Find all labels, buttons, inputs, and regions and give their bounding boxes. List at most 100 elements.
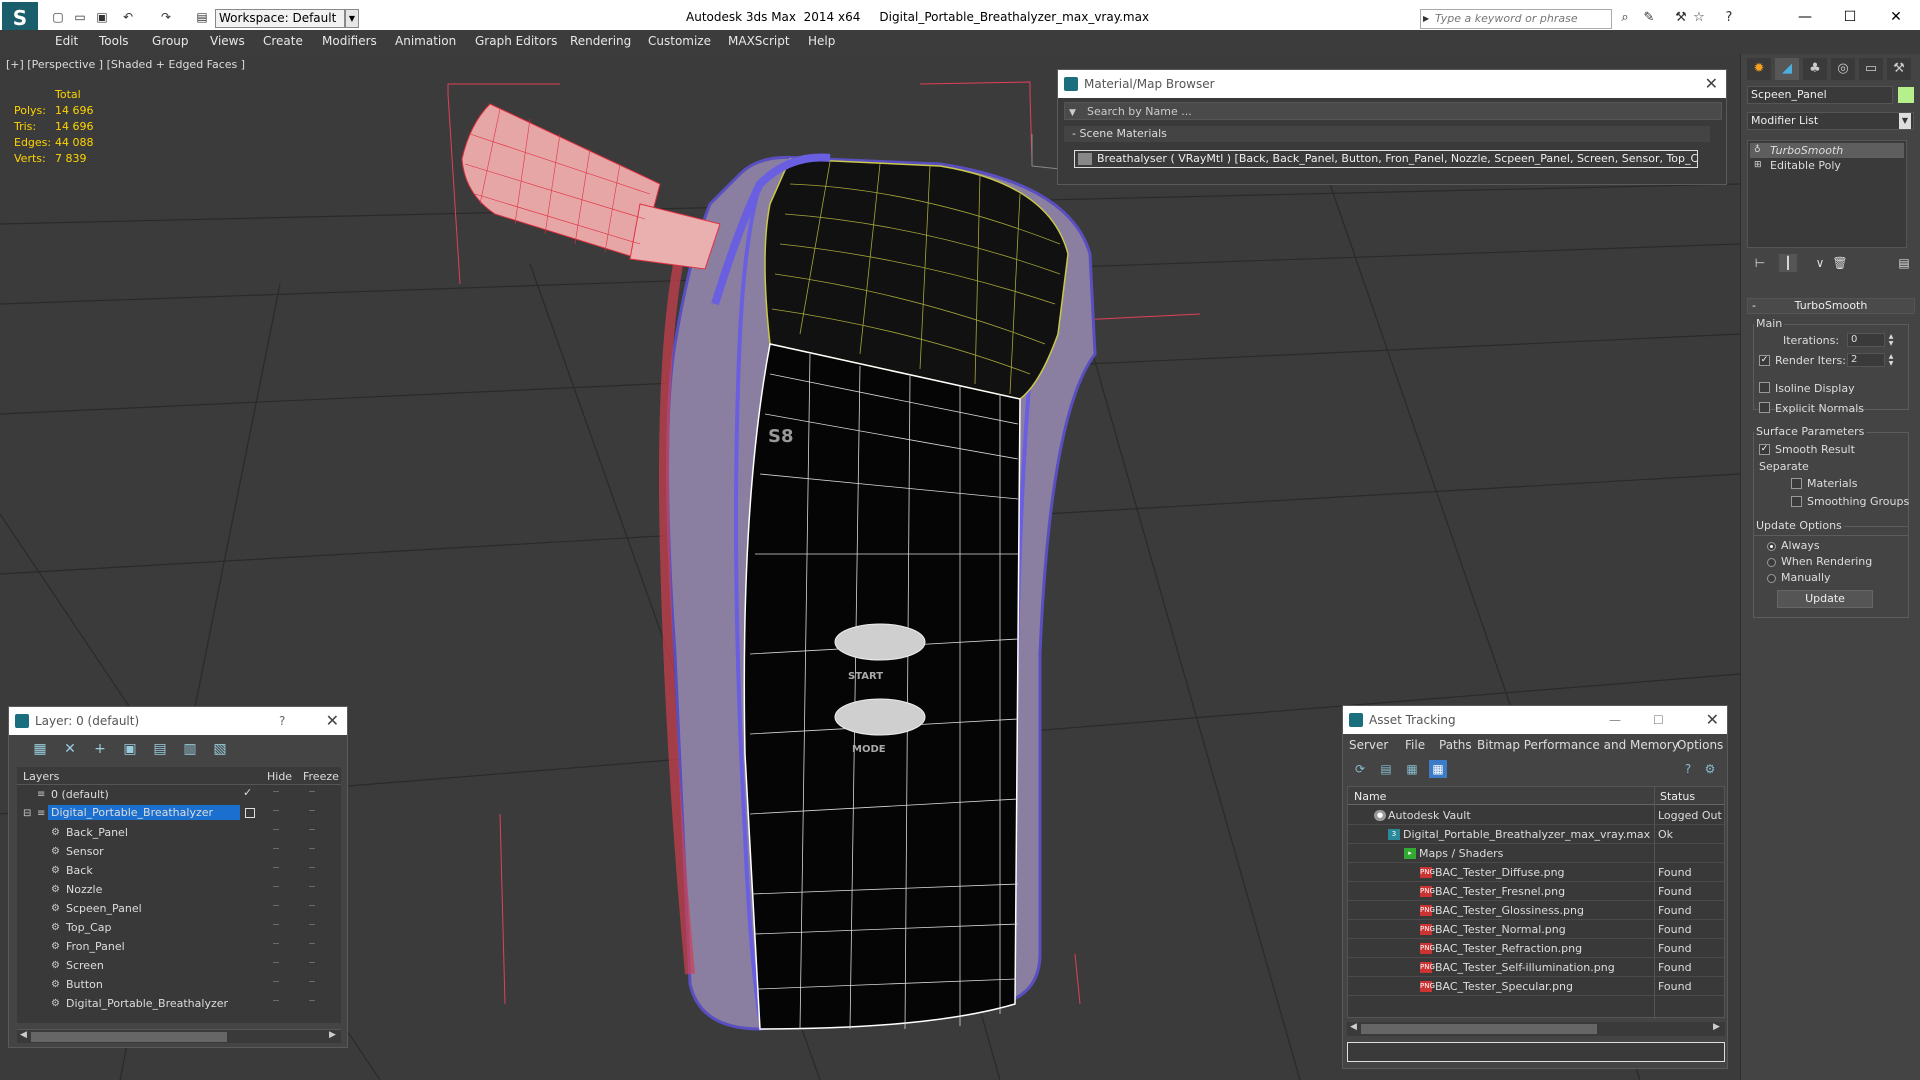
freeze-toggle[interactable]: ┄ xyxy=(309,806,315,817)
lightbulb-icon[interactable]: ♁ xyxy=(1754,145,1764,155)
freeze-toggle[interactable]: ┄ xyxy=(309,863,315,874)
hide-toggle[interactable]: ┄ xyxy=(273,939,279,950)
configure-modifier-sets-icon[interactable]: ▤ xyxy=(1895,254,1913,272)
stack-item-editable-poly[interactable]: ⊞ Editable Poly xyxy=(1750,158,1904,173)
menu-create[interactable]: Create xyxy=(263,34,303,48)
menu-file[interactable]: File xyxy=(1405,738,1425,752)
maximize-icon[interactable]: ☐ xyxy=(1838,6,1862,28)
layer-row[interactable]: ⊟ ≡ Digital_Portable_Breathalyzer ┄ ┄ xyxy=(17,804,341,823)
layer-object-row[interactable]: ⚙ Back_Panel ┄ ┄ xyxy=(17,823,341,842)
freeze-toggle[interactable]: ┄ xyxy=(309,920,315,931)
add-to-layer-icon[interactable]: + xyxy=(91,740,109,758)
menu-views[interactable]: Views xyxy=(210,34,245,48)
hide-toggle[interactable]: ┄ xyxy=(273,901,279,912)
render-iters-spinner[interactable]: 2 xyxy=(1847,353,1885,367)
asset-row[interactable]: PNG BAC_Tester_Diffuse.png Found xyxy=(1348,863,1724,882)
hierarchy-tab-icon[interactable]: ♣ xyxy=(1803,58,1827,80)
show-end-result-icon[interactable]: ┃ xyxy=(1779,254,1797,272)
render-iters-checkbox[interactable]: ✓ xyxy=(1759,355,1770,366)
menu-group[interactable]: Group xyxy=(152,34,189,48)
spinner-arrows-icon[interactable]: ▲ ▼ xyxy=(1887,333,1895,347)
layer-object-row[interactable]: ⚙ Screen ┄ ┄ xyxy=(17,956,341,975)
layer-object-row[interactable]: ⚙ Sensor ┄ ┄ xyxy=(17,842,341,861)
asset-tracking-titlebar[interactable]: Asset Tracking — ☐ ✕ xyxy=(1343,706,1727,734)
hide-toggle[interactable]: ┄ xyxy=(273,882,279,893)
freeze-toggle[interactable]: ┄ xyxy=(309,844,315,855)
menu-customize[interactable]: Customize xyxy=(648,34,711,48)
redo-icon[interactable]: ↷ xyxy=(158,10,174,24)
workspace-dropdown[interactable]: Workspace: Default xyxy=(215,9,345,28)
asset-row[interactable]: PNG BAC_Tester_Self-illumination.png Found xyxy=(1348,958,1724,977)
separate-smoothing-groups-checkbox[interactable] xyxy=(1791,496,1802,507)
menu-animation[interactable]: Animation xyxy=(395,34,456,48)
asset-row[interactable]: PNG BAC_Tester_Specular.png Found xyxy=(1348,977,1724,996)
layer-object-row[interactable]: ⚙ Top_Cap ┄ ┄ xyxy=(17,918,341,937)
help-search-input[interactable]: Type a keyword or phrase xyxy=(1420,9,1612,29)
hide-toggle[interactable]: ┄ xyxy=(273,977,279,988)
scroll-left-icon[interactable]: ◀ xyxy=(1350,1022,1357,1032)
menu-modifiers[interactable]: Modifiers xyxy=(322,34,377,48)
name-column-header[interactable]: Name xyxy=(1354,790,1386,803)
menu-options[interactable]: Options xyxy=(1677,738,1723,752)
menu-rendering[interactable]: Rendering xyxy=(570,34,631,48)
remove-modifier-icon[interactable]: 🗑 xyxy=(1831,254,1849,272)
spinner-arrows-icon[interactable]: ▲ ▼ xyxy=(1887,353,1895,367)
isoline-display-checkbox[interactable] xyxy=(1759,382,1770,393)
menu-edit[interactable]: Edit xyxy=(55,34,78,48)
layer-object-row[interactable]: ⚙ Button ┄ ┄ xyxy=(17,975,341,994)
help-icon[interactable]: ? xyxy=(1679,760,1697,778)
explicit-normals-checkbox[interactable] xyxy=(1759,402,1770,413)
search-expand-icon[interactable]: ▶ xyxy=(1423,14,1429,23)
layer-horizontal-scrollbar[interactable]: ◀ ▶ xyxy=(17,1029,341,1043)
motion-tab-icon[interactable]: ◎ xyxy=(1831,58,1855,80)
hide-toggle[interactable]: ┄ xyxy=(273,806,279,817)
save-file-icon[interactable]: ▣ xyxy=(94,10,110,24)
scroll-left-icon[interactable]: ◀ xyxy=(20,1030,27,1040)
viewport-label[interactable]: [+] [Perspective ] [Shaded + Edged Faces… xyxy=(6,58,245,71)
menu-maxscript[interactable]: MAXScript xyxy=(728,34,790,48)
freeze-toggle[interactable]: ┄ xyxy=(309,958,315,969)
asset-row[interactable]: ● Autodesk Vault Logged Out xyxy=(1348,806,1724,825)
update-when-rendering-radio[interactable] xyxy=(1767,558,1776,567)
subscription-icon[interactable]: ⚒ xyxy=(1672,10,1690,26)
object-name-field[interactable]: Scpeen_Panel xyxy=(1747,86,1893,104)
layers-column-header[interactable]: Layers xyxy=(23,770,59,783)
freeze-toggle[interactable]: ┄ xyxy=(309,787,315,798)
menu-graph-editors[interactable]: Graph Editors xyxy=(475,34,557,48)
menu-help[interactable]: Help xyxy=(808,34,835,48)
freeze-toggle[interactable]: ┄ xyxy=(309,825,315,836)
hide-toggle[interactable]: ┄ xyxy=(273,958,279,969)
freeze-toggle[interactable]: ┄ xyxy=(309,939,315,950)
list-view-icon[interactable]: ▤ xyxy=(1377,760,1395,778)
communication-center-icon[interactable]: ✎ xyxy=(1640,10,1658,26)
minimize-icon[interactable]: — xyxy=(1793,6,1817,28)
menu-tools[interactable]: Tools xyxy=(99,34,129,48)
freeze-column-header[interactable]: Freeze xyxy=(303,770,339,783)
collapse-icon[interactable]: ⊟ xyxy=(23,808,33,819)
close-icon[interactable]: ✕ xyxy=(326,707,339,735)
delete-layer-icon[interactable]: ✕ xyxy=(61,740,79,758)
layer-manager-titlebar[interactable]: Layer: 0 (default) ? ✕ xyxy=(9,707,347,735)
active-layer-check-icon[interactable]: ✓ xyxy=(243,786,252,799)
hide-toggle[interactable]: ┄ xyxy=(273,787,279,798)
separate-materials-checkbox[interactable] xyxy=(1791,478,1802,489)
open-file-icon[interactable]: ▭ xyxy=(72,10,88,24)
stack-item-turbosmooth[interactable]: ♁ TurboSmooth xyxy=(1750,143,1904,158)
new-layer-icon[interactable]: ▦ xyxy=(31,740,49,758)
asset-row[interactable]: ▸ Maps / Shaders xyxy=(1348,844,1724,863)
favorites-star-icon[interactable]: ☆ xyxy=(1690,10,1708,26)
scrollbar-thumb[interactable] xyxy=(31,1032,227,1042)
hide-toggle[interactable]: ┄ xyxy=(273,863,279,874)
update-button[interactable]: Update xyxy=(1777,590,1873,608)
utilities-tab-icon[interactable]: ⚒ xyxy=(1887,58,1911,80)
workspace-dropdown-arrow-icon[interactable]: ▼ xyxy=(345,9,359,28)
undo-icon[interactable]: ↶ xyxy=(120,10,136,24)
layer-object-row[interactable]: ⚙ Scpeen_Panel ┄ ┄ xyxy=(17,899,341,918)
hide-toggle[interactable]: ┄ xyxy=(273,844,279,855)
freeze-toggle[interactable]: ┄ xyxy=(309,996,315,1007)
status-column-header[interactable]: Status xyxy=(1660,790,1695,803)
asset-row[interactable]: PNG BAC_Tester_Normal.png Found xyxy=(1348,920,1724,939)
binoculars-icon[interactable]: ⌕ xyxy=(1616,10,1634,26)
object-color-swatch[interactable] xyxy=(1898,87,1914,103)
layer-object-row[interactable]: ⚙ Back ┄ ┄ xyxy=(17,861,341,880)
